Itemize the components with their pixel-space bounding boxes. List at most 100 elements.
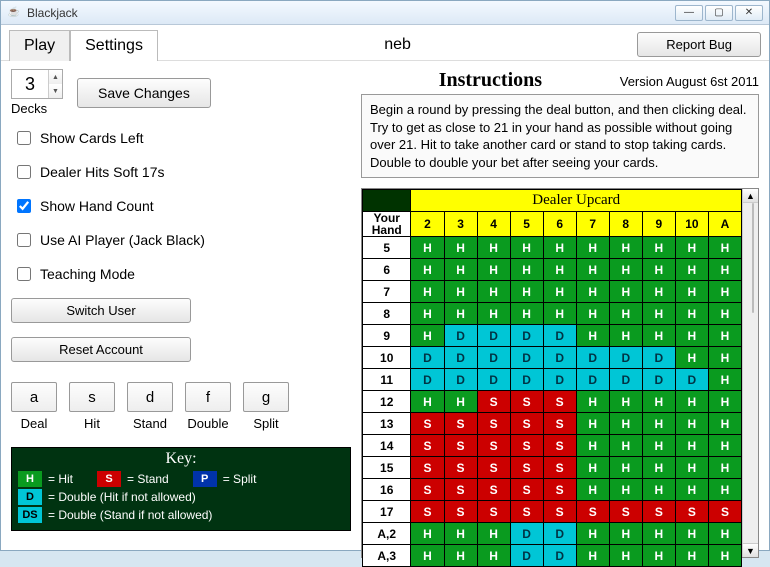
player-hand-header: A,3	[363, 545, 411, 567]
strategy-cell: H	[708, 545, 741, 567]
topbar: Play Settings neb Report Bug	[1, 25, 769, 61]
strategy-cell: D	[510, 545, 543, 567]
checkbox-teaching-mode[interactable]: Teaching Mode	[11, 260, 351, 288]
strategy-cell: H	[576, 523, 609, 545]
strategy-cell: S	[543, 413, 576, 435]
checkbox-show-hand-count[interactable]: Show Hand Count	[11, 192, 351, 220]
strategy-cell: H	[609, 523, 642, 545]
strategy-cell: S	[543, 457, 576, 479]
tab-settings[interactable]: Settings	[70, 30, 158, 61]
strategy-cell: D	[543, 369, 576, 391]
strategy-cell: H	[411, 391, 444, 413]
close-button[interactable]: ✕	[735, 5, 763, 21]
player-hand-header: 8	[363, 303, 411, 325]
strategy-cell: H	[642, 523, 675, 545]
hotkey-button[interactable]: s	[69, 382, 115, 412]
strategy-cell: H	[609, 325, 642, 347]
strategy-cell: S	[543, 435, 576, 457]
strategy-cell: S	[708, 501, 741, 523]
strategy-cell: H	[444, 237, 477, 259]
tab-play[interactable]: Play	[9, 30, 70, 61]
spinner-up-icon[interactable]: ▲	[49, 70, 62, 84]
strategy-cell: S	[477, 479, 510, 501]
strategy-cell: H	[477, 303, 510, 325]
strategy-cell: H	[708, 369, 741, 391]
strategy-cell: D	[444, 325, 477, 347]
strategy-cell: H	[708, 237, 741, 259]
strategy-cell: H	[411, 325, 444, 347]
deck-count-spinner[interactable]: 3 ▲ ▼	[11, 69, 63, 99]
minimize-button[interactable]: —	[675, 5, 703, 21]
strategy-cell: D	[642, 347, 675, 369]
strategy-cell: S	[510, 501, 543, 523]
checkbox-input[interactable]	[17, 165, 31, 179]
player-hand-header: A,2	[363, 523, 411, 545]
checkbox-show-cards-left[interactable]: Show Cards Left	[11, 124, 351, 152]
report-bug-button[interactable]: Report Bug	[637, 32, 761, 57]
strategy-cell: S	[642, 501, 675, 523]
strategy-cell: D	[510, 325, 543, 347]
hotkey-button[interactable]: f	[185, 382, 231, 412]
save-changes-button[interactable]: Save Changes	[77, 78, 211, 108]
strategy-cell: H	[642, 259, 675, 281]
strategy-cell: H	[675, 303, 708, 325]
scroll-up-icon[interactable]: ▲	[743, 189, 758, 203]
strategy-cell: H	[675, 325, 708, 347]
strategy-cell: D	[609, 369, 642, 391]
strategy-cell: H	[609, 303, 642, 325]
strategy-cell: H	[576, 303, 609, 325]
java-icon: ☕	[7, 6, 21, 20]
strategy-cell: S	[477, 435, 510, 457]
strategy-cell: H	[675, 347, 708, 369]
hotkey-button[interactable]: g	[243, 382, 289, 412]
chart-scrollbar[interactable]: ▲ ▼	[742, 189, 758, 557]
checkbox-input[interactable]	[17, 233, 31, 247]
strategy-cell: D	[609, 347, 642, 369]
checkbox-input[interactable]	[17, 199, 31, 213]
hotkey-button[interactable]: a	[11, 382, 57, 412]
scrollbar-thumb[interactable]	[752, 203, 754, 313]
hotkey-button[interactable]: d	[127, 382, 173, 412]
app-window: ☕ Blackjack — ▢ ✕ Play Settings neb Repo…	[0, 0, 770, 551]
scroll-down-icon[interactable]: ▼	[743, 543, 758, 557]
strategy-cell: H	[411, 545, 444, 567]
strategy-cell: S	[675, 501, 708, 523]
strategy-cell: S	[411, 413, 444, 435]
strategy-cell: D	[576, 369, 609, 391]
checkbox-label: Use AI Player (Jack Black)	[40, 232, 205, 248]
strategy-cell: H	[411, 237, 444, 259]
strategy-cell: S	[543, 479, 576, 501]
checkbox-dealer-hits-soft-17[interactable]: Dealer Hits Soft 17s	[11, 158, 351, 186]
maximize-button[interactable]: ▢	[705, 5, 733, 21]
player-hand-header: 14	[363, 435, 411, 457]
strategy-cell: H	[510, 281, 543, 303]
player-hand-header: 16	[363, 479, 411, 501]
player-hand-header: 15	[363, 457, 411, 479]
strategy-cell: H	[609, 259, 642, 281]
strategy-cell: H	[609, 391, 642, 413]
reset-account-button[interactable]: Reset Account	[11, 337, 191, 362]
strategy-cell: D	[411, 347, 444, 369]
strategy-cell: H	[576, 545, 609, 567]
strategy-cell: S	[477, 391, 510, 413]
checkbox-label: Dealer Hits Soft 17s	[40, 164, 165, 180]
strategy-cell: H	[411, 303, 444, 325]
strategy-cell: H	[708, 325, 741, 347]
window-title: Blackjack	[27, 6, 78, 20]
strategy-cell: H	[444, 545, 477, 567]
strategy-table: Dealer UpcardYourHand2345678910A5HHHHHHH…	[362, 189, 742, 567]
strategy-cell: D	[543, 325, 576, 347]
switch-user-button[interactable]: Switch User	[11, 298, 191, 323]
hotkey-split: gSplit	[243, 382, 289, 431]
spinner-down-icon[interactable]: ▼	[49, 84, 62, 98]
checkbox-input[interactable]	[17, 131, 31, 145]
strategy-cell: H	[609, 457, 642, 479]
checkbox-input[interactable]	[17, 267, 31, 281]
hotkey-label: Stand	[133, 416, 167, 431]
strategy-cell: H	[576, 479, 609, 501]
version-label: Version August 6st 2011	[620, 74, 759, 89]
dealer-card-header: 4	[477, 212, 510, 237]
strategy-cell: S	[576, 501, 609, 523]
dealer-card-header: 3	[444, 212, 477, 237]
checkbox-use-ai-player[interactable]: Use AI Player (Jack Black)	[11, 226, 351, 254]
